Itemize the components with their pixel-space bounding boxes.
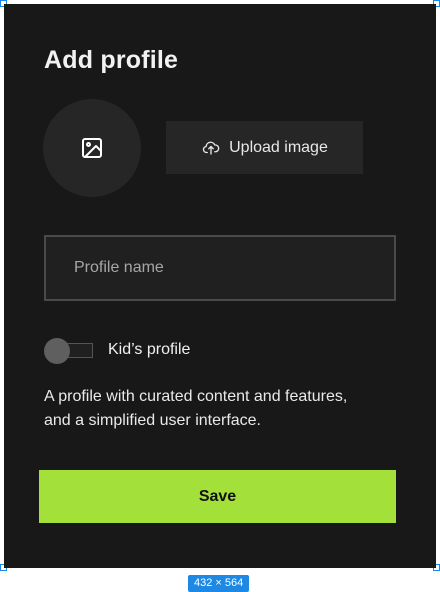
- add-profile-panel: Add profile Upload image Kid’s profile A…: [4, 4, 436, 568]
- upload-image-label: Upload image: [229, 138, 328, 156]
- save-button[interactable]: Save: [39, 470, 396, 523]
- upload-image-button[interactable]: Upload image: [166, 121, 363, 174]
- size-badge: 432 × 564: [188, 575, 250, 592]
- profile-name-input[interactable]: [44, 235, 396, 301]
- image-icon: [80, 136, 104, 160]
- page-title: Add profile: [44, 46, 179, 74]
- kids-profile-label: Kid’s profile: [108, 341, 191, 358]
- avatar-placeholder[interactable]: [43, 99, 141, 197]
- toggle-knob: [44, 338, 70, 364]
- kids-profile-description: A profile with curated content and featu…: [44, 388, 348, 429]
- kids-profile-toggle[interactable]: [44, 338, 94, 364]
- cloud-upload-icon: [201, 139, 221, 157]
